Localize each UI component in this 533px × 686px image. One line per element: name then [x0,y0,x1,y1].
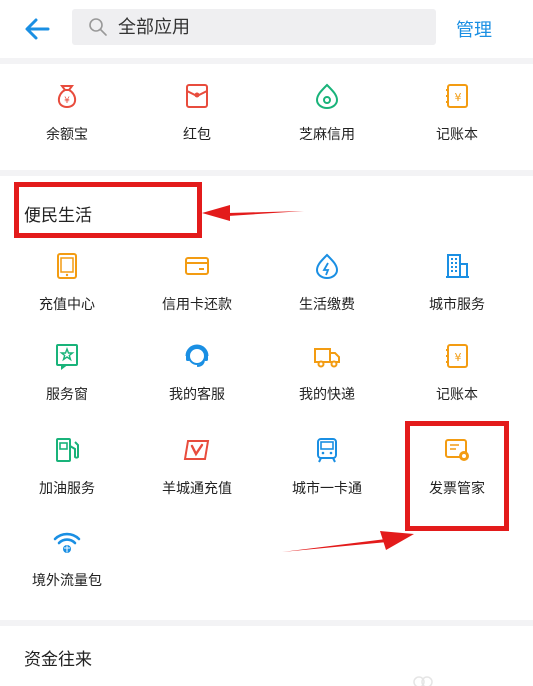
app-label: 记账本 [436,127,478,143]
app-ledger[interactable]: ¥ 记账本 [392,82,522,162]
svg-text:¥: ¥ [64,96,70,106]
partial-icon [413,676,433,686]
svg-text:¥: ¥ [455,91,462,104]
app-ledger-2[interactable]: ¥ 记账本 [392,342,522,422]
yuebao-icon: ¥ [57,85,77,109]
app-city-service[interactable]: 城市服务 [392,252,522,332]
ledger-icon: ¥ [446,84,468,108]
app-label: 我的快递 [299,387,355,403]
app-utility-bill[interactable]: 生活缴费 [262,252,392,332]
divider [0,58,533,64]
app-label: 加油服务 [39,481,95,497]
city-service-icon [446,254,469,278]
service-window-icon [56,344,78,370]
manage-button[interactable]: 管理 [456,16,492,42]
app-label: 我的客服 [169,387,225,403]
app-label: 服务窗 [46,387,88,403]
app-label: 城市一卡通 [292,481,362,497]
app-label: 境外流量包 [32,573,102,589]
yangchengtong-icon [183,440,210,460]
search-bar[interactable] [72,9,436,45]
red-envelope-icon [186,84,208,108]
app-phone-topup[interactable]: 充值中心 [2,252,132,332]
app-label: 生活缴费 [299,297,355,313]
credit-card-icon [185,257,209,275]
app-red-envelope[interactable]: 红包 [132,82,262,162]
top-bar: 管理 [0,0,533,58]
ledger-icon: ¥ [446,344,468,368]
annotation-arrow [282,531,414,552]
customer-service-icon [185,344,209,367]
divider [0,170,533,176]
divider [0,620,533,626]
delivery-truck-icon [314,348,340,368]
app-label: 信用卡还款 [162,297,232,313]
app-city-card[interactable]: 城市一卡通 [262,436,392,516]
svg-text:¥: ¥ [455,351,462,364]
wifi-globe-icon [53,532,81,553]
highlight-box [14,182,202,238]
utility-bill-icon [315,253,339,279]
app-credit-card[interactable]: 信用卡还款 [132,252,262,332]
app-label: 城市服务 [429,297,485,313]
app-sesame-credit[interactable]: 芝麻信用 [262,82,392,162]
search-input[interactable] [118,9,418,45]
app-customer-service[interactable]: 我的客服 [132,342,262,422]
app-label: 余额宝 [46,127,88,143]
app-label: 记账本 [436,387,478,403]
app-yuebao[interactable]: ¥ 余额宝 [2,82,132,162]
app-roaming-data[interactable]: 境外流量包 [2,528,132,608]
search-icon [89,18,107,36]
app-label: 充值中心 [39,297,95,313]
sesame-credit-icon [315,83,339,109]
app-label: 红包 [183,127,211,143]
app-fuel[interactable]: 加油服务 [2,436,132,516]
city-card-icon [317,438,337,463]
app-yangchengtong[interactable]: 羊城通充值 [132,436,262,516]
phone-topup-icon [57,253,77,279]
app-label: 芝麻信用 [299,127,355,143]
app-service-window[interactable]: 服务窗 [2,342,132,422]
fuel-pump-icon [56,438,79,462]
app-delivery[interactable]: 我的快递 [262,342,392,422]
app-label: 羊城通充值 [162,481,232,497]
back-arrow-icon[interactable] [22,14,52,44]
section-title-funds: 资金往来 [24,650,92,670]
annotation-arrow [202,205,304,221]
highlight-box [405,421,509,531]
